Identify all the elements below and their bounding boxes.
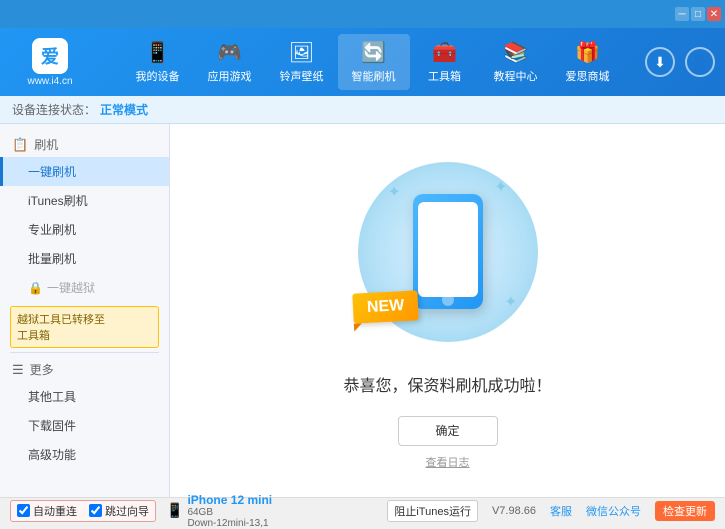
apps-label: 应用游戏 xyxy=(208,68,252,84)
phone-screen xyxy=(418,202,478,297)
device-info-container: 📱 iPhone 12 mini 64GB Down-12mini-13,1 xyxy=(166,493,272,529)
wechat-link[interactable]: 微信公众号 xyxy=(586,503,641,519)
sidebar-item-other-tools[interactable]: 其他工具 xyxy=(0,382,169,411)
phone-body xyxy=(413,194,483,309)
nav-store[interactable]: 🎁 爱思商城 xyxy=(552,34,624,90)
sidebar-item-pro-flash[interactable]: 专业刷机 xyxy=(0,215,169,244)
device-name: iPhone 12 mini xyxy=(187,493,272,507)
logo[interactable]: 爱 www.i4.cn xyxy=(10,38,90,87)
sidebar-divider xyxy=(10,352,159,353)
sparkle-icon-2: ✦ xyxy=(494,177,507,197)
sidebar-item-jailbreak: 🔒 一键越狱 xyxy=(0,273,169,302)
confirm-button[interactable]: 确定 xyxy=(398,416,498,446)
toolbox-label: 工具箱 xyxy=(428,68,461,84)
skip-wizard-input[interactable] xyxy=(89,504,102,517)
nav-right-actions: ⬇ 👤 xyxy=(645,47,715,77)
user-button[interactable]: 👤 xyxy=(685,47,715,77)
my-device-label: 我的设备 xyxy=(136,68,180,84)
nav-my-device[interactable]: 📱 我的设备 xyxy=(122,34,194,90)
content-area: ✦ ✦ ✦ NEW 恭喜您，保资料刷机成功啦！ 确定 查看日志 xyxy=(170,124,725,497)
bottom-right: 阻止iTunes运行 V7.98.66 客服 微信公众号 检查更新 xyxy=(387,500,715,522)
smart-flash-icon: 🔄 xyxy=(361,40,386,65)
flash-group-icon: 📋 xyxy=(12,137,28,153)
device-info: iPhone 12 mini 64GB Down-12mini-13,1 xyxy=(187,493,272,529)
support-link[interactable]: 客服 xyxy=(550,503,572,519)
apps-icon: 🎮 xyxy=(217,40,242,65)
sidebar-item-batch-flash[interactable]: 批量刷机 xyxy=(0,244,169,273)
sidebar-notice: 越狱工具已转移至 工具箱 xyxy=(10,306,159,348)
skip-wizard-checkbox[interactable]: 跳过向导 xyxy=(89,503,149,519)
sparkle-icon-1: ✦ xyxy=(388,182,401,202)
wallpaper-icon: 🖼 xyxy=(289,40,314,65)
sparkle-icon-3: ✦ xyxy=(504,292,517,312)
window-controls: ─ □ ✕ xyxy=(675,7,721,21)
more-group-label: 更多 xyxy=(30,361,54,378)
success-text: 恭喜您，保资料刷机成功啦！ xyxy=(343,372,551,396)
title-bar: ─ □ ✕ xyxy=(0,0,725,28)
logo-url: www.i4.cn xyxy=(27,76,72,87)
status-value: 正常模式 xyxy=(100,101,148,118)
sidebar-item-download-firmware[interactable]: 下载固件 xyxy=(0,411,169,440)
auto-reconnect-label: 自动重连 xyxy=(33,503,77,519)
auto-reconnect-input[interactable] xyxy=(17,504,30,517)
store-label: 爱思商城 xyxy=(566,68,610,84)
toolbox-icon: 🧰 xyxy=(432,40,457,65)
skip-wizard-label: 跳过向导 xyxy=(105,503,149,519)
main-layout: 📋 刷机 一键刷机 iTunes刷机 专业刷机 批量刷机 🔒 一键越狱 越狱工具… xyxy=(0,124,725,497)
tutorial-icon: 📚 xyxy=(503,40,528,65)
restore-button[interactable]: □ xyxy=(691,7,705,21)
logo-icon: 爱 xyxy=(32,38,68,74)
nav-items: 📱 我的设备 🎮 应用游戏 🖼 铃声壁纸 🔄 智能刷机 🧰 工具箱 📚 教程中心… xyxy=(100,34,645,90)
version-text: V7.98.66 xyxy=(492,505,536,517)
store-icon: 🎁 xyxy=(575,40,600,65)
bottom-bar: 自动重连 跳过向导 📱 iPhone 12 mini 64GB Down-12m… xyxy=(0,497,725,523)
nav-apps[interactable]: 🎮 应用游戏 xyxy=(194,34,266,90)
nav-wallpaper[interactable]: 🖼 铃声壁纸 xyxy=(266,34,338,90)
header: 爱 www.i4.cn 📱 我的设备 🎮 应用游戏 🖼 铃声壁纸 🔄 智能刷机 … xyxy=(0,28,725,96)
checkbox-group: 自动重连 跳过向导 xyxy=(10,500,156,522)
status-bar: 设备连接状态： 正常模式 xyxy=(0,96,725,124)
bottom-left: 自动重连 跳过向导 📱 iPhone 12 mini 64GB Down-12m… xyxy=(10,493,272,529)
wallpaper-label: 铃声壁纸 xyxy=(280,68,324,84)
smart-flash-label: 智能刷机 xyxy=(352,68,396,84)
tutorial-label: 教程中心 xyxy=(494,68,538,84)
nav-tutorial[interactable]: 📚 教程中心 xyxy=(480,34,552,90)
my-device-icon: 📱 xyxy=(145,40,170,65)
sidebar-item-advanced[interactable]: 高级功能 xyxy=(0,440,169,469)
sidebar-item-itunes-flash[interactable]: iTunes刷机 xyxy=(0,186,169,215)
nav-toolbox[interactable]: 🧰 工具箱 xyxy=(410,34,480,90)
minimize-button[interactable]: ─ xyxy=(675,7,689,21)
sidebar-item-one-click-flash[interactable]: 一键刷机 xyxy=(0,157,169,186)
phone-circle-bg: ✦ ✦ ✦ NEW xyxy=(358,162,538,342)
show-log-link[interactable]: 查看日志 xyxy=(426,454,470,470)
close-button[interactable]: ✕ xyxy=(707,7,721,21)
itunes-status-button[interactable]: 阻止iTunes运行 xyxy=(387,500,478,522)
download-button[interactable]: ⬇ xyxy=(645,47,675,77)
device-version: Down-12mini-13,1 xyxy=(187,518,272,529)
sidebar-group-flash[interactable]: 📋 刷机 xyxy=(0,132,169,157)
phone-illustration: ✦ ✦ ✦ NEW xyxy=(348,152,548,352)
lock-icon: 🔒 xyxy=(28,281,43,295)
new-badge: NEW xyxy=(352,290,419,323)
nav-smart-flash[interactable]: 🔄 智能刷机 xyxy=(338,34,410,90)
status-label: 设备连接状态： xyxy=(12,101,96,118)
more-group-icon: ☰ xyxy=(12,362,24,378)
flash-group-label: 刷机 xyxy=(34,136,58,153)
device-phone-icon: 📱 xyxy=(166,502,183,519)
sidebar-group-more[interactable]: ☰ 更多 xyxy=(0,357,169,382)
auto-reconnect-checkbox[interactable]: 自动重连 xyxy=(17,503,77,519)
phone-home-button xyxy=(442,294,454,306)
sidebar: 📋 刷机 一键刷机 iTunes刷机 专业刷机 批量刷机 🔒 一键越狱 越狱工具… xyxy=(0,124,170,497)
update-button[interactable]: 检查更新 xyxy=(655,501,715,521)
device-storage: 64GB xyxy=(187,507,272,518)
jailbreak-label: 一键越狱 xyxy=(47,279,95,296)
